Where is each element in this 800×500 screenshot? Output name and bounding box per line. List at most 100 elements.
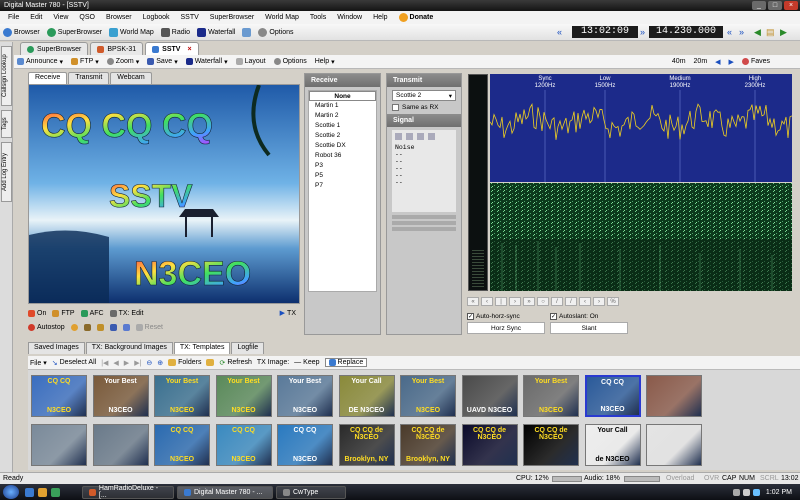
zoom-in-icon[interactable]: ⊕ <box>157 359 163 367</box>
save-icon[interactable] <box>109 323 117 331</box>
forward-icon[interactable]: » <box>739 26 749 38</box>
options-button[interactable]: Options <box>258 27 294 37</box>
waterfall-button[interactable]: Waterfall <box>197 27 235 37</box>
on-toggle[interactable]: On <box>28 309 46 317</box>
template-thumbnail[interactable]: CQ CQ N3CEO <box>277 424 333 466</box>
play-icon[interactable]: ▶ <box>780 26 790 38</box>
taskbar-item[interactable]: HamRadioDeluxe - [... <box>82 485 174 499</box>
taskbar-item[interactable]: CwType <box>276 485 346 499</box>
up-folder-icon[interactable] <box>206 359 215 366</box>
folders-button[interactable]: Folders <box>168 359 201 366</box>
waterfall-menu-button[interactable]: Waterfall ▾ <box>185 58 228 66</box>
slant-button[interactable]: Slant <box>550 322 628 334</box>
tab-superbrowser[interactable]: SuperBrowser <box>20 42 89 55</box>
keep-button[interactable]: — Keep <box>294 359 319 366</box>
pause-button[interactable]: | <box>495 297 507 306</box>
template-thumbnail[interactable]: Your Best N3CEO <box>277 375 333 417</box>
template-thumbnail[interactable]: Your Call de N3CEO <box>584 424 641 466</box>
mode-item[interactable]: Scottie 1 <box>309 121 376 131</box>
slant-left-button[interactable]: / <box>551 297 563 306</box>
first-icon[interactable]: |◀ <box>101 359 108 367</box>
world-map-button[interactable]: World Map <box>109 27 154 37</box>
tab-bpsk31[interactable]: BPSK-31 <box>90 42 144 55</box>
template-thumbnail[interactable]: CQ CQ de N3CEO <box>461 424 518 466</box>
volume-icon[interactable] <box>742 488 750 496</box>
horz-sync-button[interactable]: Horz Sync <box>467 322 545 334</box>
template-thumbnail[interactable] <box>31 424 87 466</box>
browser-button[interactable]: Browser <box>3 27 40 37</box>
donate-button[interactable]: Donate <box>398 13 433 22</box>
template-thumbnail[interactable]: Your Best N3CEO <box>523 375 579 417</box>
start-button[interactable] <box>3 485 19 499</box>
copy-icon[interactable] <box>122 323 130 331</box>
mode-item[interactable]: Scottie DX <box>309 141 376 151</box>
mode-item[interactable]: Martin 2 <box>309 111 376 121</box>
refresh-icon[interactable] <box>70 323 78 331</box>
template-thumbnail[interactable]: CQ CQ N3CEO <box>154 424 210 466</box>
quicklaunch-icon[interactable] <box>51 487 60 497</box>
autostop-toggle[interactable]: Autostop <box>28 323 65 331</box>
file-menu[interactable]: File ▾ <box>30 359 47 367</box>
side-tab-tags[interactable]: Tags <box>1 110 12 138</box>
menu-browser[interactable]: Browser <box>106 14 132 21</box>
close-tab-icon[interactable]: × <box>187 46 191 53</box>
mode-item[interactable]: Robot 36 <box>309 151 376 161</box>
tab-saved-images[interactable]: Saved Images <box>28 342 85 354</box>
help-button[interactable]: Help ▾ <box>315 58 335 66</box>
menu-file[interactable]: File <box>8 14 19 21</box>
tab-logfile[interactable]: Logfile <box>231 342 265 354</box>
tx-edit-button[interactable]: TX: Edit <box>109 309 143 317</box>
template-thumbnail[interactable] <box>92 424 149 466</box>
template-thumbnail[interactable]: UAVD N3CEO <box>461 375 518 417</box>
tray-icon[interactable] <box>732 488 740 496</box>
layout-button[interactable]: Layout <box>235 58 266 65</box>
tab-tx-templates[interactable]: TX: Templates <box>173 342 231 354</box>
template-thumbnail[interactable] <box>646 375 702 417</box>
sync-right-button[interactable]: › <box>593 297 605 306</box>
transmit-mode-select[interactable]: Scottie 2 ▾ <box>392 90 456 101</box>
minimize-button[interactable]: _ <box>752 1 766 10</box>
band-20m-button[interactable]: 20m <box>694 58 708 65</box>
template-thumbnail[interactable]: Your Call DE N3CEO <box>338 375 395 417</box>
save-button[interactable]: Save ▾ <box>147 58 178 66</box>
mode-item[interactable]: Scottie 2 <box>309 131 376 141</box>
mode-item[interactable]: Martin 1 <box>309 101 376 111</box>
autoslant-checkbox[interactable]: ✓ <box>550 312 557 320</box>
brush-icon[interactable] <box>83 323 91 331</box>
sync-left-button[interactable]: ‹ <box>579 297 591 306</box>
tab-sstv[interactable]: SSTV × <box>145 42 199 55</box>
announce-button[interactable]: Announce ▾ <box>17 58 63 66</box>
band-next-icon[interactable]: ▶ <box>729 58 734 66</box>
side-tab-add-log-entry[interactable]: Add Log Entry <box>1 142 12 202</box>
taskbar-item[interactable]: Digital Master 780 - ... <box>177 485 273 499</box>
menu-edit[interactable]: Edit <box>30 14 42 21</box>
tx-button[interactable]: ▶ TX <box>280 309 296 318</box>
play-back-icon[interactable]: ◀ <box>754 26 764 38</box>
tab-tx-background-images[interactable]: TX: Background Images <box>85 342 173 354</box>
menu-qso[interactable]: QSO <box>79 14 95 21</box>
menu-world-map[interactable]: World Map <box>265 14 299 21</box>
afc-toggle[interactable]: AFC <box>80 309 104 317</box>
rewind-icon[interactable]: « <box>727 26 737 38</box>
template-thumbnail[interactable]: CQ CQ de N3CEO Brooklyn, NY <box>338 424 395 466</box>
next-frame-button[interactable]: › <box>509 297 521 306</box>
network-icon[interactable] <box>752 488 760 496</box>
tab-receive[interactable]: Receive <box>28 72 68 84</box>
reset-button[interactable]: Reset <box>135 323 163 331</box>
tab-transmit[interactable]: Transmit <box>68 72 110 84</box>
last-icon[interactable]: ▶| <box>134 359 141 367</box>
same-as-rx-checkbox[interactable] <box>392 104 399 111</box>
mode-item[interactable]: P7 <box>309 181 376 191</box>
replace-button[interactable]: Replace <box>324 358 368 367</box>
zoom-button[interactable]: Zoom ▾ <box>106 58 139 66</box>
slant-right-button[interactable]: / <box>565 297 577 306</box>
maximize-button[interactable]: □ <box>768 1 782 10</box>
menu-view[interactable]: View <box>53 14 68 21</box>
template-thumbnail[interactable]: CQ CQ N3CEO <box>31 375 87 417</box>
ftp-toggle[interactable]: FTP <box>52 309 75 317</box>
refresh-button[interactable]: ⟳ Refresh <box>219 359 251 367</box>
template-thumbnail[interactable]: Your Best N3CEO <box>92 375 149 417</box>
prev-icon[interactable]: « <box>557 26 567 38</box>
next-icon[interactable]: ▶ <box>124 359 129 367</box>
mode-item[interactable]: P5 <box>309 171 376 181</box>
